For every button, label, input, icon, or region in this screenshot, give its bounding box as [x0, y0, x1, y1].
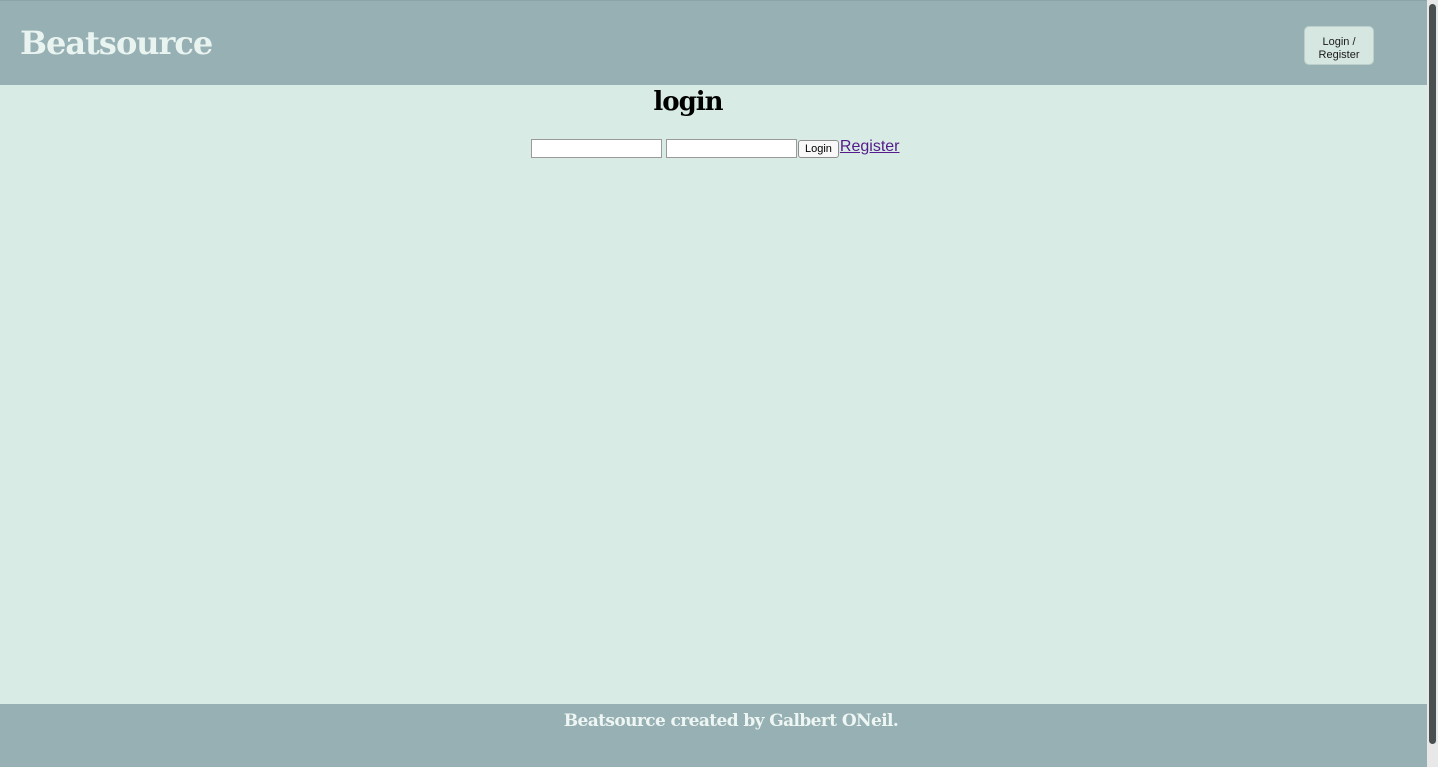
brand-logo[interactable]: Beatsource: [20, 23, 213, 63]
register-link[interactable]: Register: [840, 138, 900, 156]
site-footer: Beatsource created by Galbert ONeil.: [0, 704, 1427, 767]
login-button[interactable]: Login: [798, 140, 839, 158]
password-input[interactable]: [666, 138, 797, 158]
username-input[interactable]: [531, 138, 662, 158]
site-header: Beatsource Login / Register: [0, 0, 1427, 85]
page-title: login: [653, 87, 723, 117]
footer-credit: Beatsource created by Galbert ONeil.: [563, 711, 899, 731]
scrollbar-thumb[interactable]: [1429, 4, 1436, 744]
page-scrollbar[interactable]: [1427, 0, 1438, 767]
login-form: Login Register: [531, 137, 900, 159]
login-register-button[interactable]: Login / Register: [1304, 26, 1374, 65]
